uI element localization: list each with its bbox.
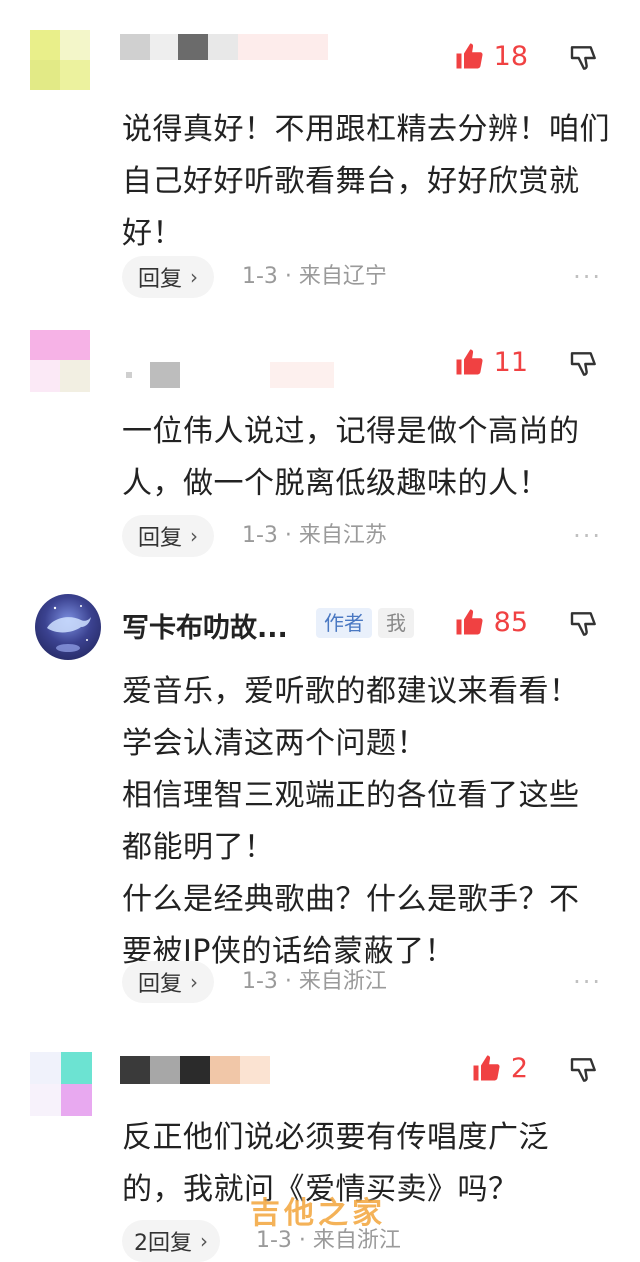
comment-meta: 1-3 · 来自江苏 xyxy=(242,523,387,548)
chevron-right-icon: › xyxy=(200,1229,208,1253)
thumbs-up-icon xyxy=(473,1055,500,1081)
thumbs-up-icon xyxy=(456,349,483,375)
like-count: 11 xyxy=(493,346,528,378)
more-dots-icon[interactable]: ··· xyxy=(573,515,602,557)
thumbs-down-icon[interactable] xyxy=(568,348,600,380)
reply-label: 回复 xyxy=(138,526,183,551)
thumbs-down-icon[interactable] xyxy=(568,608,600,640)
more-dots-icon[interactable]: ··· xyxy=(573,256,602,298)
like-button[interactable]: 85 xyxy=(454,602,528,642)
comment-meta: 1-3 · 来自浙江 xyxy=(242,969,387,994)
reply-button[interactable]: 回复 › xyxy=(122,256,215,298)
comment-meta: 1-3 · 来自辽宁 xyxy=(242,264,387,289)
chevron-right-icon: › xyxy=(190,265,199,289)
more-dots-icon[interactable]: ··· xyxy=(573,961,602,1003)
site-watermark: 吉他之家 xyxy=(250,1196,386,1231)
like-count: 2 xyxy=(510,1052,528,1084)
thumbs-down-icon[interactable] xyxy=(568,1054,600,1086)
username-blurred[interactable] xyxy=(120,1056,280,1084)
reply-button[interactable]: 回复 › xyxy=(122,515,215,557)
username-blurred[interactable] xyxy=(120,34,340,60)
reply-button[interactable]: 2回复 › xyxy=(122,1220,220,1262)
author-avatar[interactable] xyxy=(35,594,101,660)
thumbs-down-icon[interactable] xyxy=(568,42,600,74)
reply-label: 回复 xyxy=(138,972,183,997)
whale-icon xyxy=(47,605,91,652)
comment-line: 相信理智三观端正的各位看了这些 xyxy=(122,778,580,813)
comment-line: 都能明了！ xyxy=(122,830,275,865)
thumbs-up-icon xyxy=(456,43,483,69)
reply-label: 2回复 xyxy=(134,1231,192,1256)
like-count: 85 xyxy=(493,606,528,638)
reply-label: 回复 xyxy=(138,267,183,292)
reply-button[interactable]: 回复 › xyxy=(122,961,215,1003)
like-button[interactable]: 2 xyxy=(471,1048,528,1088)
comment-text: 一位伟人说过，记得是做个高尚的人，做一个脱离低级趣味的人！ xyxy=(122,414,580,501)
comment-line: 学会认清这两个问题！ xyxy=(122,726,427,761)
comment-text: 爱音乐，爱听歌的都建议来看看！ 学会认清这两个问题！ 相信理智三观端正的各位看了… xyxy=(122,666,622,978)
like-count: 18 xyxy=(493,40,528,72)
chevron-right-icon: › xyxy=(190,970,199,994)
chevron-right-icon: › xyxy=(190,524,199,548)
author-name[interactable]: 写卡布叻故... xyxy=(122,606,288,645)
like-button[interactable]: 11 xyxy=(454,342,528,382)
comment-line: 爱音乐，爱听歌的都建议来看看！ xyxy=(122,674,580,709)
like-button[interactable]: 18 xyxy=(454,36,528,76)
thumbs-up-icon xyxy=(456,609,483,635)
me-badge: 我 xyxy=(378,608,414,638)
avatar[interactable] xyxy=(30,330,90,392)
comment-text: 说得真好！不用跟杠精去分辨！咱们自己好好听歌看舞台，好好欣赏就好！ xyxy=(122,112,610,251)
username-blurred[interactable] xyxy=(120,362,340,388)
avatar[interactable] xyxy=(30,30,90,90)
author-badge: 作者 xyxy=(316,608,372,638)
avatar[interactable] xyxy=(30,1052,92,1116)
comment-line: 什么是经典歌曲？什么是歌手？不 xyxy=(122,882,580,917)
